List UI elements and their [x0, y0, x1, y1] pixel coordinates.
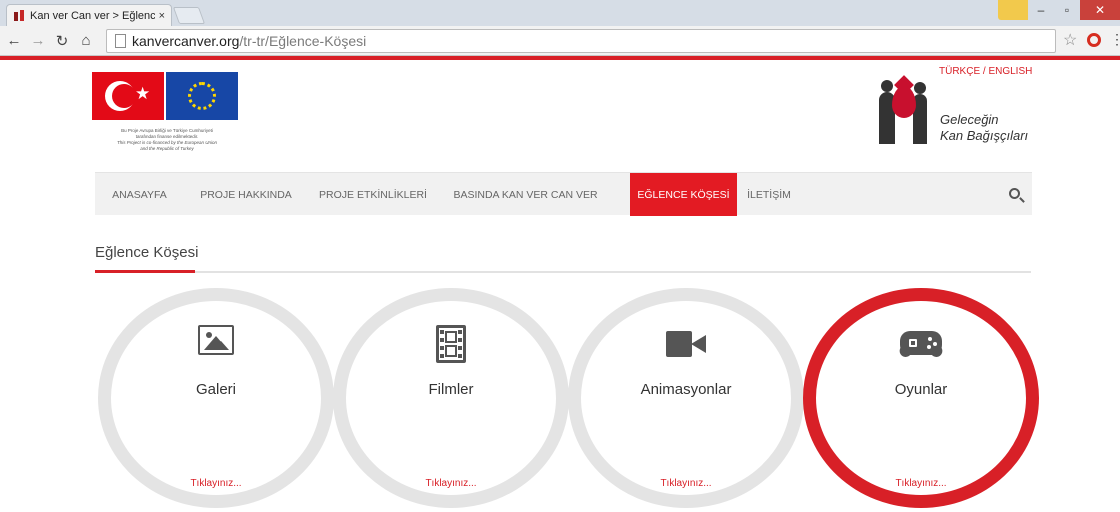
funding-logo: ★ Bu Proje Avrupa Birliği ve Türkiye Cum…: [90, 70, 240, 170]
card-link[interactable]: Tıklayınız...: [346, 478, 556, 489]
main-navigation: ANASAYFA PROJE HAKKINDA PROJE ETKİNLİKLE…: [95, 172, 1032, 216]
card-label: Galeri: [195, 381, 236, 398]
card-link[interactable]: Tıklayınız...: [816, 478, 1026, 489]
header-top-rule: [0, 56, 1120, 60]
nav-item-anasayfa[interactable]: ANASAYFA: [95, 173, 184, 216]
minimize-button[interactable]: –: [1028, 0, 1054, 20]
funding-note: Bu Proje Avrupa Birliği ve Türkiye Cumhu…: [116, 128, 218, 151]
blood-drop-icon: [892, 86, 916, 118]
nav-item-eglence-kosesi[interactable]: EĞLENCE KÖŞESİ: [630, 173, 737, 216]
page-title: Eğlence Köşesi: [95, 244, 199, 261]
new-tab-button[interactable]: [172, 7, 206, 24]
page-icon: [115, 34, 126, 48]
site-logo[interactable]: Geleceğin Kan Bağışçıları: [877, 78, 1037, 148]
turkey-flag-icon: ★: [92, 72, 164, 120]
language-switch[interactable]: TÜRKÇE / ENGLISH: [939, 66, 1032, 77]
card-animasyonlar[interactable]: Animasyonlar Tıklayınız...: [568, 288, 804, 508]
video-camera-icon: [666, 331, 706, 357]
card-filmler[interactable]: Filmler Tıklayınız...: [333, 288, 569, 508]
nav-item-proje-hakkinda[interactable]: PROJE HAKKINDA: [184, 173, 308, 216]
section-divider: [95, 271, 1031, 273]
film-icon: [436, 325, 466, 363]
card-link[interactable]: Tıklayınız...: [111, 478, 321, 489]
back-arrow-icon[interactable]: ←: [4, 32, 24, 49]
home-icon[interactable]: ⌂: [76, 32, 96, 49]
nav-item-iletisim[interactable]: İLETİŞİM: [743, 173, 795, 216]
card-link[interactable]: Tıklayınız...: [581, 478, 791, 489]
eu-flag-icon: [166, 72, 238, 120]
card-label: Oyunlar: [894, 381, 948, 398]
section-divider-accent: [95, 270, 195, 273]
search-icon[interactable]: [1009, 188, 1020, 199]
address-bar[interactable]: kanvercanver.org /tr-tr/Eğlence-Köşesi: [106, 29, 1056, 53]
card-label: Filmler: [428, 381, 474, 398]
site-favicon-icon: [13, 9, 25, 22]
window-controls: – ▫ ✕: [998, 0, 1120, 20]
image-icon: [198, 325, 234, 355]
url-host: kanvercanver.org: [132, 33, 240, 49]
profile-icon[interactable]: [998, 0, 1028, 20]
nav-item-basinda[interactable]: BASINDA KAN VER CAN VER: [438, 173, 613, 216]
reload-icon[interactable]: ↻: [52, 32, 72, 50]
close-window-button[interactable]: ✕: [1080, 0, 1120, 20]
brand-line-2: Kan Bağışçıları: [940, 128, 1029, 143]
nav-item-proje-etkinlikleri[interactable]: PROJE ETKİNLİKLERİ: [308, 173, 438, 216]
gamepad-icon: [897, 331, 945, 359]
card-galeri[interactable]: Galeri Tıklayınız...: [98, 288, 334, 508]
opera-extension-icon[interactable]: [1087, 33, 1101, 47]
card-oyunlar[interactable]: Oyunlar Tıklayınız...: [803, 288, 1039, 508]
url-path: /tr-tr/Eğlence-Köşesi: [239, 33, 367, 49]
browser-toolbar: ← → ↻ ⌂ kanvercanver.org /tr-tr/Eğlence-…: [0, 26, 1120, 56]
restore-button[interactable]: ▫: [1054, 0, 1080, 20]
browser-menu-icon[interactable]: ⋮: [1110, 31, 1120, 48]
tab-close-icon[interactable]: ×: [159, 10, 165, 22]
tab-title: Kan ver Can ver > Eğlence: [30, 9, 155, 22]
bookmark-star-icon[interactable]: ☆: [1063, 30, 1077, 50]
brand-line-1: Geleceğin: [940, 112, 999, 127]
forward-arrow-icon[interactable]: →: [28, 32, 48, 49]
card-label: Animasyonlar: [640, 381, 732, 398]
browser-tab-bar: Kan ver Can ver > Eğlence × – ▫ ✕: [0, 0, 1120, 26]
browser-tab[interactable]: Kan ver Can ver > Eğlence ×: [6, 4, 172, 26]
